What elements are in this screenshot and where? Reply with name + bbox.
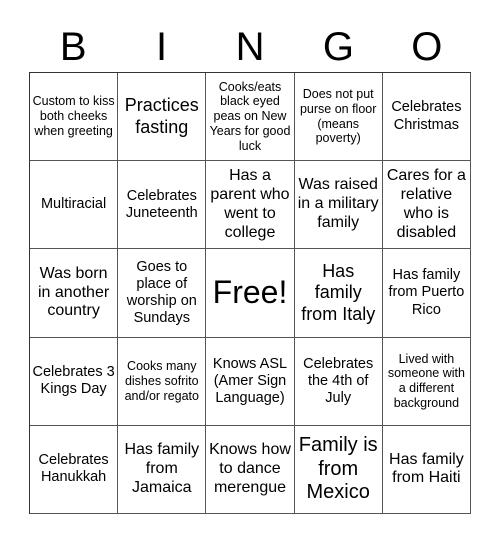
bingo-cell[interactable]: Multiracial [30,161,119,250]
free-space-cell[interactable]: Free! [206,249,295,338]
bingo-cell[interactable]: Does not put purse on floor (means pover… [294,73,383,162]
bingo-cell[interactable]: Goes to place of worship on Sundays [118,249,207,338]
bingo-cell[interactable]: Knows how to dance merengue [206,425,295,514]
header-letter-n: N [235,25,265,69]
bingo-cell[interactable]: Custom to kiss both cheeks when greeting [30,73,119,162]
bingo-cell[interactable]: Family is from Mexico [294,425,383,514]
bingo-cell[interactable]: Celebrates Christmas [382,73,471,162]
bingo-cell[interactable]: Celebrates Hanukkah [30,425,119,514]
bingo-cell[interactable]: Has family from Jamaica [118,425,207,514]
bingo-grid: Custom to kiss both cheeks when greeting… [29,72,471,514]
bingo-cell[interactable]: Has family from Puerto Rico [382,249,471,338]
bingo-cell[interactable]: Celebrates 3 Kings Day [30,337,119,426]
bingo-cell[interactable]: Practices fasting [118,73,207,162]
bingo-cell[interactable]: Cooks/eats black eyed peas on New Years … [206,73,295,162]
bingo-cell[interactable]: Cares for a relative who is disabled [382,161,471,250]
bingo-cell[interactable]: Has family from Italy [294,249,383,338]
bingo-cell[interactable]: Has family from Haiti [382,425,471,514]
header-letter-i: I [156,25,168,69]
header-letter-g: G [322,25,354,69]
bingo-header: B I N G O [29,22,471,72]
bingo-cell[interactable]: Celebrates the 4th of July [294,337,383,426]
bingo-cell[interactable]: Was born in another country [30,249,119,338]
bingo-cell[interactable]: Has a parent who went to college [206,161,295,250]
bingo-cell[interactable]: Knows ASL (Amer Sign Language) [206,337,295,426]
header-letter-o: O [411,25,443,69]
bingo-cell[interactable]: Lived with someone with a different back… [382,337,471,426]
bingo-cell[interactable]: Celebrates Juneteenth [118,161,207,250]
bingo-cell[interactable]: Was raised in a military family [294,161,383,250]
header-letter-b: B [59,25,87,69]
bingo-cell[interactable]: Cooks many dishes sofrito and/or regato [118,337,207,426]
